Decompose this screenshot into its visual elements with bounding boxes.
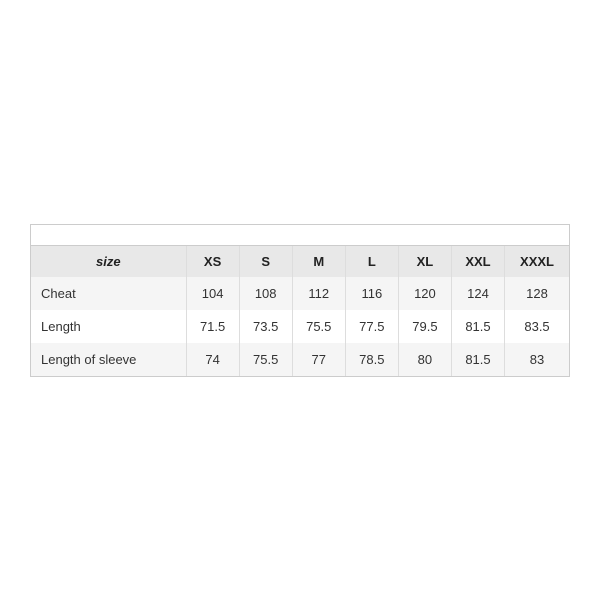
cell-1-6: 83.5 <box>505 310 569 343</box>
cell-1-4: 79.5 <box>398 310 451 343</box>
header-s: S <box>239 246 292 277</box>
cell-0-2: 112 <box>292 277 345 310</box>
cell-0-3: 116 <box>345 277 398 310</box>
table-row: Cheat104108112116120124128 <box>31 277 569 310</box>
cell-0-4: 120 <box>398 277 451 310</box>
cell-0-0: 104 <box>186 277 239 310</box>
table-header-row: sizeXSSMLXLXXLXXXL <box>31 246 569 277</box>
header-xs: XS <box>186 246 239 277</box>
size-table: sizeXSSMLXLXXLXXXL Cheat1041081121161201… <box>31 246 569 376</box>
header-m: M <box>292 246 345 277</box>
cell-2-0: 74 <box>186 343 239 376</box>
header-xxl: XXL <box>451 246 504 277</box>
cell-2-4: 80 <box>398 343 451 376</box>
cell-1-5: 81.5 <box>451 310 504 343</box>
row-label-2: Length of sleeve <box>31 343 186 376</box>
cell-0-6: 128 <box>505 277 569 310</box>
size-chart-container: sizeXSSMLXLXXLXXXL Cheat1041081121161201… <box>30 224 570 377</box>
size-label-header: size <box>31 246 186 277</box>
cell-0-1: 108 <box>239 277 292 310</box>
table-row: Length71.573.575.577.579.581.583.5 <box>31 310 569 343</box>
cell-1-0: 71.5 <box>186 310 239 343</box>
cell-1-3: 77.5 <box>345 310 398 343</box>
table-row: Length of sleeve7475.57778.58081.583 <box>31 343 569 376</box>
cell-1-2: 75.5 <box>292 310 345 343</box>
cell-2-2: 77 <box>292 343 345 376</box>
table-title <box>31 225 569 246</box>
cell-2-1: 75.5 <box>239 343 292 376</box>
header-l: L <box>345 246 398 277</box>
row-label-0: Cheat <box>31 277 186 310</box>
cell-1-1: 73.5 <box>239 310 292 343</box>
row-label-1: Length <box>31 310 186 343</box>
cell-2-6: 83 <box>505 343 569 376</box>
cell-2-3: 78.5 <box>345 343 398 376</box>
table-body: Cheat104108112116120124128Length71.573.5… <box>31 277 569 376</box>
cell-0-5: 124 <box>451 277 504 310</box>
header-xxxl: XXXL <box>505 246 569 277</box>
header-xl: XL <box>398 246 451 277</box>
cell-2-5: 81.5 <box>451 343 504 376</box>
